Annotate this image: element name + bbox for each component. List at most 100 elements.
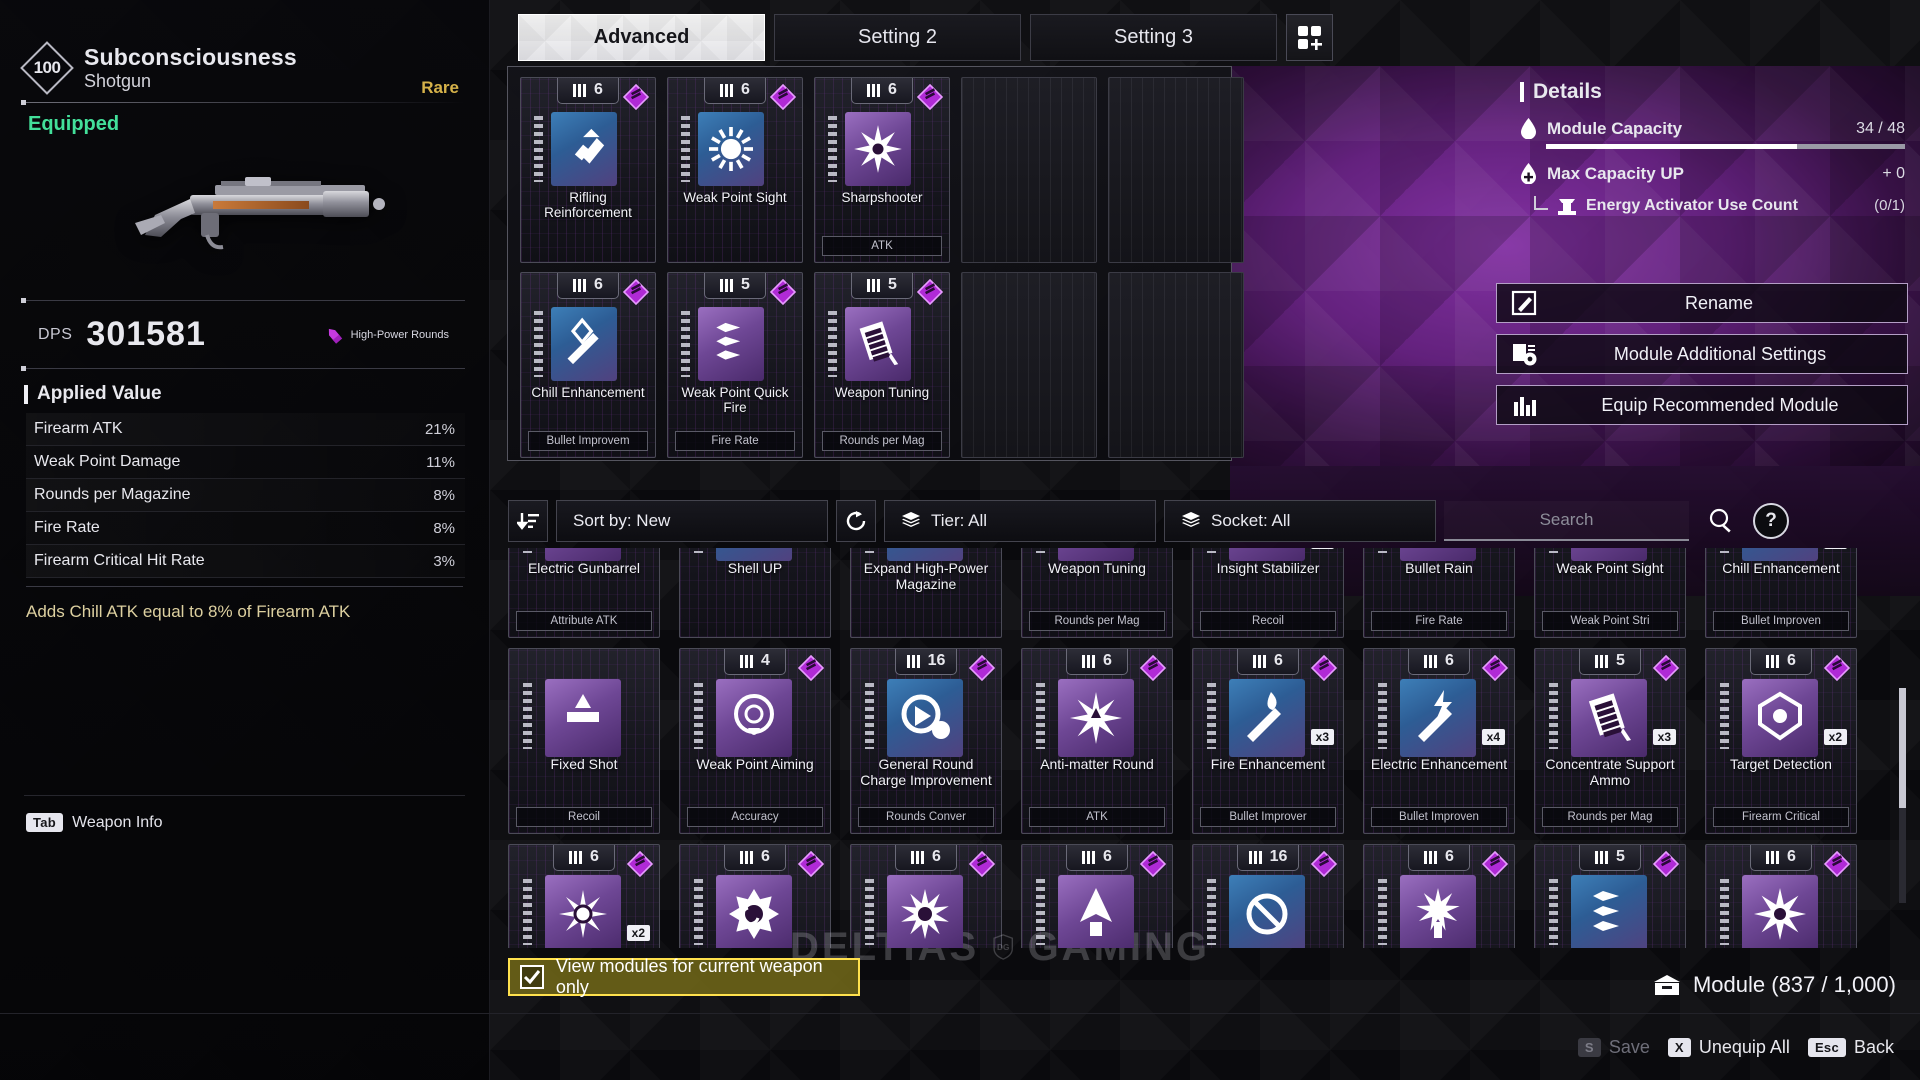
inventory-module-card[interactable]: 6 x3 Fire Enhancement Bullet Improver: [1192, 648, 1344, 834]
socket-shape-icon: [1253, 654, 1267, 668]
inventory-module-card[interactable]: 5 x3 Concentrate Support Ammo Rounds per Ma…: [1534, 648, 1686, 834]
socket-shape-icon: [720, 278, 734, 292]
equipped-module-card[interactable]: 5 Weak Point Quick Fire Fire Rate: [667, 272, 803, 458]
max-capacity-row: Max Capacity UP + 0: [1520, 163, 1905, 184]
bullet-up-icon: [574, 128, 605, 164]
socket-type-icon: [1482, 655, 1508, 681]
empty-module-slot[interactable]: [961, 272, 1097, 458]
module-name: Weak Point Sight: [683, 190, 787, 205]
module-pins: [1036, 548, 1045, 553]
impact-icon: [1416, 888, 1460, 938]
checkbox-box[interactable]: [520, 965, 544, 989]
tab-advanced[interactable]: Advanced: [518, 14, 765, 61]
title-accent-bar: [24, 384, 28, 404]
module-pins: [523, 683, 532, 749]
reset-filters-button[interactable]: [836, 500, 876, 542]
equipped-module-card[interactable]: 6 Weak Point Sight: [667, 77, 803, 263]
module-cost: 6: [851, 78, 913, 104]
inventory-module-card[interactable]: 6: [1021, 844, 1173, 948]
inventory-module-card[interactable]: 6 x2 Target Detection Firearm Critical: [1705, 648, 1857, 834]
inventory-module-card[interactable]: 5: [1534, 844, 1686, 948]
inventory-module-card[interactable]: 6: [850, 844, 1002, 948]
sort-by-dropdown[interactable]: Sort by: New: [556, 500, 828, 542]
module-icon-box: [845, 112, 911, 186]
module-name: Insight Stabilizer: [1216, 560, 1320, 576]
rename-button[interactable]: Rename: [1496, 283, 1908, 323]
inventory-module-card[interactable]: 16: [1192, 844, 1344, 948]
add-preset-button[interactable]: [1286, 14, 1333, 61]
search-button[interactable]: [1697, 500, 1745, 542]
grid-scrollbar[interactable]: [1899, 688, 1906, 903]
module-capacity-row: Module Capacity 34 / 48: [1520, 118, 1905, 139]
gear-burst-icon: [901, 889, 949, 939]
current-weapon-filter-checkbox[interactable]: View modules for current weapon only: [508, 956, 860, 997]
inventory-module-card[interactable]: 6 Anti-matter Round ATK: [1021, 648, 1173, 834]
weapon-artwork: [24, 142, 465, 292]
equipped-module-card[interactable]: 6 Sharpshooter ATK: [814, 77, 950, 263]
inventory-module-card[interactable]: Weapon Tuning Rounds per Mag: [1021, 548, 1173, 638]
weapon-description-box: Adds Chill ATK equal to 8% of Firearm AT…: [26, 586, 463, 624]
inventory-module-card[interactable]: x2 Insight Stabilizer Recoil: [1192, 548, 1344, 638]
key-hint-unequip-all[interactable]: X Unequip All: [1667, 1037, 1790, 1058]
inventory-module-card[interactable]: 6Chill PriorityAttribute ATK: [679, 844, 831, 948]
module-name: General Round Charge Improvement: [860, 756, 992, 788]
max-capacity-value: + 0: [1882, 164, 1905, 182]
inventory-module-card[interactable]: Bullet Rain Fire Rate: [1363, 548, 1515, 638]
electric-blade-icon: [1418, 690, 1452, 742]
equip-recommended-module-button[interactable]: Equip Recommended Module: [1496, 385, 1908, 425]
tab-setting-2[interactable]: Setting 2: [774, 14, 1021, 61]
socket-shape-icon: [1424, 654, 1438, 668]
sort-direction-button[interactable]: [508, 500, 548, 542]
stat-label: Weak Point Damage: [34, 453, 181, 471]
tab-key: Tab: [26, 813, 64, 832]
inventory-module-card[interactable]: 6x2Insight FocusFirearm Critical: [508, 844, 660, 948]
equipped-modules-panel: 6 Rifling Reinforcement 6 Weak Point Sight 6…: [507, 66, 1244, 461]
module-name: Electric Gunbarrel: [527, 560, 641, 576]
target-detect-icon: [1758, 691, 1802, 741]
inventory-module-card[interactable]: Shell UP: [679, 548, 831, 638]
inventory-module-card[interactable]: Fixed Shot Recoil: [508, 648, 660, 834]
socket-shape-icon: [1424, 850, 1438, 864]
socket-type-icon: [1311, 851, 1337, 877]
module-additional-settings-button[interactable]: Module Additional Settings: [1496, 334, 1908, 374]
module-name: Electric Enhancement: [1370, 756, 1508, 772]
module-category: Rounds per Mag: [1029, 611, 1165, 631]
inventory-module-card[interactable]: 6: [1363, 844, 1515, 948]
key-hint-back[interactable]: Esc Back: [1807, 1037, 1894, 1058]
module-cost: 5: [704, 273, 766, 299]
key-hint-save[interactable]: S Save: [1577, 1037, 1650, 1058]
module-pins: [523, 548, 532, 553]
tier-filter-dropdown[interactable]: Tier: All: [884, 500, 1156, 542]
equipped-module-card[interactable]: 5 Weapon Tuning Rounds per Mag: [814, 272, 950, 458]
inventory-module-card[interactable]: 6 x4 Electric Enhancement Bullet Improven: [1363, 648, 1515, 834]
inventory-module-card[interactable]: Expand High-Power Magazine: [850, 548, 1002, 638]
module-icon-box: [845, 307, 911, 381]
scrollbar-thumb[interactable]: [1899, 688, 1906, 808]
tab-setting-3[interactable]: Setting 3: [1030, 14, 1277, 61]
inventory-module-card[interactable]: Weak Point Sight Weak Point Stri: [1534, 548, 1686, 638]
inventory-module-card[interactable]: x2 Chill Enhancement Bullet Improven: [1705, 548, 1857, 638]
details-panel: Details Module Capacity 34 / 48 Max Capa…: [1520, 80, 1905, 215]
socket-shape-icon: [569, 850, 583, 864]
help-button[interactable]: ?: [1753, 503, 1789, 539]
inventory-module-card[interactable]: 4 Weak Point Aiming Accuracy: [679, 648, 831, 834]
equipped-module-card[interactable]: 6 Chill Enhancement Bullet Improvem: [520, 272, 656, 458]
action-label: Module Additional Settings: [1613, 343, 1827, 364]
empty-module-slot[interactable]: [1108, 272, 1244, 458]
weapon-info-hint[interactable]: Tab Weapon Info: [26, 813, 163, 832]
inventory-module-card[interactable]: Electric Gunbarrel Attribute ATK: [508, 548, 660, 638]
empty-module-slot[interactable]: [1108, 77, 1244, 263]
empty-module-slot[interactable]: [961, 77, 1097, 263]
inventory-module-card[interactable]: 6: [1705, 844, 1857, 948]
socket-filter-dropdown[interactable]: Socket: All: [1164, 500, 1436, 542]
inventory-module-card[interactable]: 16 General Round Charge Improvement Rounds…: [850, 648, 1002, 834]
search-input[interactable]: Search: [1444, 501, 1689, 541]
socket-shape-icon: [911, 850, 925, 864]
module-category: Rounds per Mag: [1542, 807, 1678, 827]
module-icon-box: [551, 307, 617, 381]
insight-icon: [559, 890, 607, 938]
socket-shape-icon: [740, 654, 754, 668]
equipped-module-card[interactable]: 6 Rifling Reinforcement: [520, 77, 656, 263]
divider-bottom: [0, 1013, 1920, 1014]
search-icon: [1709, 508, 1731, 533]
